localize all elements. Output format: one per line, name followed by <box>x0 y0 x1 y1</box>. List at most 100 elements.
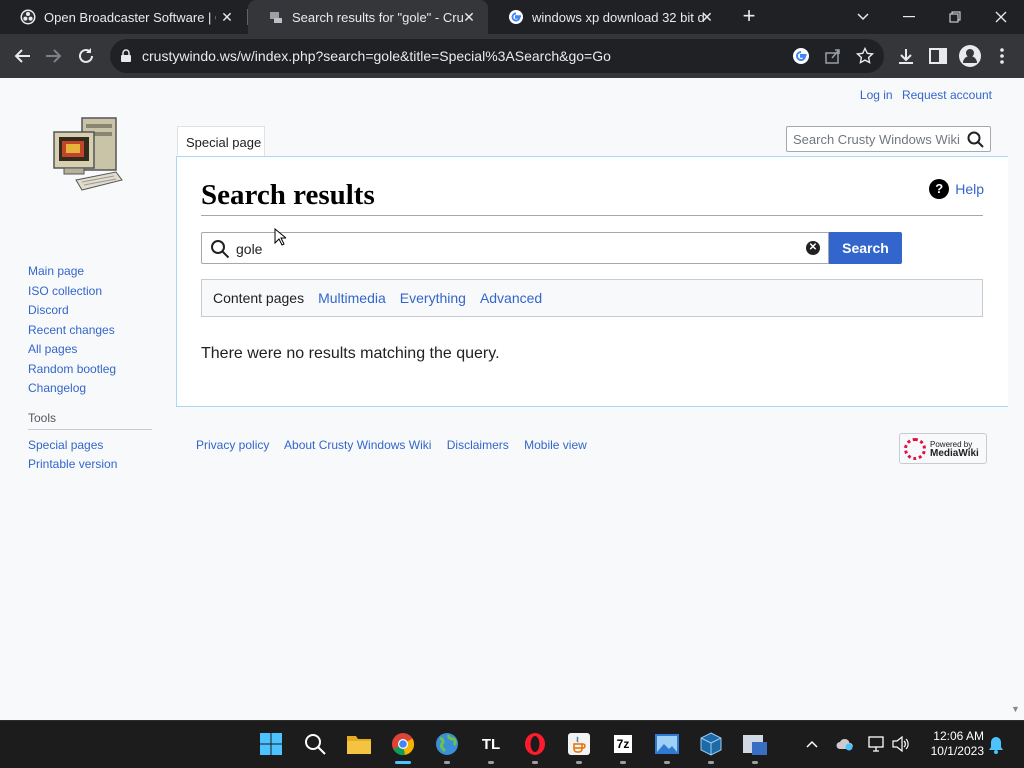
tab-google-search[interactable]: windows xp download 32 bit dvd ✕ <box>488 0 726 34</box>
system-clock[interactable]: 12:06 AM 10/1/2023 <box>922 729 984 759</box>
search-icon[interactable] <box>302 731 328 757</box>
tl-app-label: TL <box>481 735 501 753</box>
mediawiki-icon <box>904 437 926 460</box>
mediawiki-label: MediaWiki <box>930 447 979 459</box>
filter-multimedia[interactable]: Multimedia <box>318 290 386 306</box>
show-hidden-icons-button[interactable] <box>806 735 818 751</box>
search-profile-tabs: Content pages Multimedia Everything Adva… <box>201 279 983 317</box>
mobile-view-link[interactable]: Mobile view <box>524 438 587 452</box>
profile-avatar[interactable] <box>958 44 982 68</box>
sidebar-item-special-pages[interactable]: Special pages <box>28 436 158 456</box>
close-tab-icon[interactable]: ✕ <box>218 8 236 26</box>
tl-app-icon[interactable]: TL <box>478 731 504 757</box>
bookmark-star-icon[interactable] <box>856 47 874 65</box>
windows-start-icon[interactable] <box>258 731 284 757</box>
heading-divider <box>201 215 983 216</box>
photos-icon[interactable] <box>654 731 680 757</box>
tab-search-results[interactable]: Search results for "gole" - Crusty ✕ <box>248 0 488 34</box>
forward-button[interactable] <box>42 44 66 68</box>
notification-bell-icon[interactable] <box>988 736 1004 757</box>
filter-advanced[interactable]: Advanced <box>480 290 542 306</box>
active-app-indicator <box>395 761 411 764</box>
minimize-button[interactable] <box>886 0 932 34</box>
chrome-menu-icon[interactable] <box>990 44 1014 68</box>
help-link[interactable]: Help <box>955 181 984 197</box>
onedrive-icon[interactable] <box>836 737 854 754</box>
app-indicator <box>664 761 670 764</box>
tools-heading: Tools <box>28 411 152 430</box>
tab-obs[interactable]: Open Broadcaster Software | OBS ✕ <box>0 0 246 34</box>
sidebar-item-random-bootleg[interactable]: Random bootleg <box>28 360 158 380</box>
side-panel-icon[interactable] <box>926 44 950 68</box>
close-tab-icon[interactable]: ✕ <box>698 8 716 26</box>
close-tab-icon[interactable]: ✕ <box>460 8 478 26</box>
google-lens-icon[interactable] <box>792 47 810 65</box>
scroll-down-arrow-icon[interactable]: ▼ <box>1011 704 1021 714</box>
sidebar-item-all-pages[interactable]: All pages <box>28 340 158 360</box>
wiki-search-input[interactable]: Search Crusty Windows Wiki <box>786 126 991 152</box>
sidebar-item-main-page[interactable]: Main page <box>28 262 158 282</box>
sidebar: Main page ISO collection Discord Recent … <box>28 262 158 475</box>
app-indicator <box>708 761 714 764</box>
obs-icon <box>20 9 36 25</box>
search-icon <box>211 240 230 259</box>
app-indicator <box>532 761 538 764</box>
opera-icon[interactable] <box>522 731 548 757</box>
sidebar-item-changelog[interactable]: Changelog <box>28 379 158 399</box>
url-text: crustywindo.ws/w/index.php?search=gole&t… <box>142 48 611 64</box>
share-icon[interactable] <box>824 47 842 65</box>
app-indicator <box>488 761 494 764</box>
tab-search-icon[interactable] <box>840 0 886 34</box>
request-account-link[interactable]: Request account <box>902 88 992 102</box>
disclaimers-link[interactable]: Disclaimers <box>447 438 509 452</box>
login-link[interactable]: Log in <box>860 88 893 102</box>
tab-title: windows xp download 32 bit dvd <box>532 9 704 25</box>
lock-icon <box>121 49 131 62</box>
app-indicator <box>752 761 758 764</box>
search-icon[interactable] <box>967 131 984 148</box>
sidebar-item-iso-collection[interactable]: ISO collection <box>28 282 158 302</box>
7zip-icon[interactable]: 7z <box>610 731 636 757</box>
7zip-label: 7z <box>613 735 633 753</box>
restore-button[interactable] <box>932 0 978 34</box>
sidebar-item-printable-version[interactable]: Printable version <box>28 455 158 475</box>
personal-tools: Log in Request account <box>854 88 992 102</box>
java-icon[interactable] <box>566 731 592 757</box>
page-title: Search results <box>201 179 375 211</box>
sidebar-item-recent-changes[interactable]: Recent changes <box>28 321 158 341</box>
download-icon[interactable] <box>894 44 918 68</box>
clear-search-icon[interactable]: ✕ <box>806 241 820 255</box>
help-icon[interactable]: ? <box>929 179 950 199</box>
sidebar-item-discord[interactable]: Discord <box>28 301 158 321</box>
search-button[interactable]: Search <box>829 232 902 264</box>
network-icon[interactable] <box>868 736 886 755</box>
site-logo[interactable] <box>50 114 126 198</box>
browser-toolbar: crustywindo.ws/w/index.php?search=gole&t… <box>0 34 1024 78</box>
volume-icon[interactable] <box>892 735 910 755</box>
wiki-icon <box>270 12 282 23</box>
web-page: Log in Request account Special page Sear… <box>0 78 1024 720</box>
new-tab-button[interactable]: + <box>738 5 760 28</box>
app-indicator <box>576 761 582 764</box>
back-button[interactable] <box>10 44 34 68</box>
powered-by-mediawiki-badge[interactable]: Powered by MediaWiki <box>899 433 987 464</box>
about-link[interactable]: About Crusty Windows Wiki <box>284 438 431 452</box>
chrome-icon[interactable] <box>390 731 416 757</box>
earth-icon[interactable] <box>434 731 460 757</box>
filter-everything[interactable]: Everything <box>400 290 466 306</box>
mouse-cursor-icon <box>274 228 286 246</box>
search-value: gole <box>236 241 263 257</box>
virtualbox-icon[interactable] <box>698 731 724 757</box>
reload-button[interactable] <box>74 44 98 68</box>
footer-links: Privacy policy About Crusty Windows Wiki… <box>196 438 599 452</box>
search-input[interactable]: gole ✕ <box>201 232 829 264</box>
help-link-group: ? Help <box>929 179 984 199</box>
xp-icon[interactable] <box>742 731 768 757</box>
tab-special-page[interactable]: Special page <box>177 126 265 156</box>
tab-title: Search results for "gole" - Crusty <box>292 9 464 25</box>
windows-taskbar: TL 7z 12:06 AM 10/1/2023 <box>0 720 1024 768</box>
file-explorer-icon[interactable] <box>346 731 372 757</box>
address-bar[interactable]: crustywindo.ws/w/index.php?search=gole&t… <box>110 39 884 73</box>
close-window-button[interactable] <box>978 0 1024 34</box>
privacy-policy-link[interactable]: Privacy policy <box>196 438 269 452</box>
